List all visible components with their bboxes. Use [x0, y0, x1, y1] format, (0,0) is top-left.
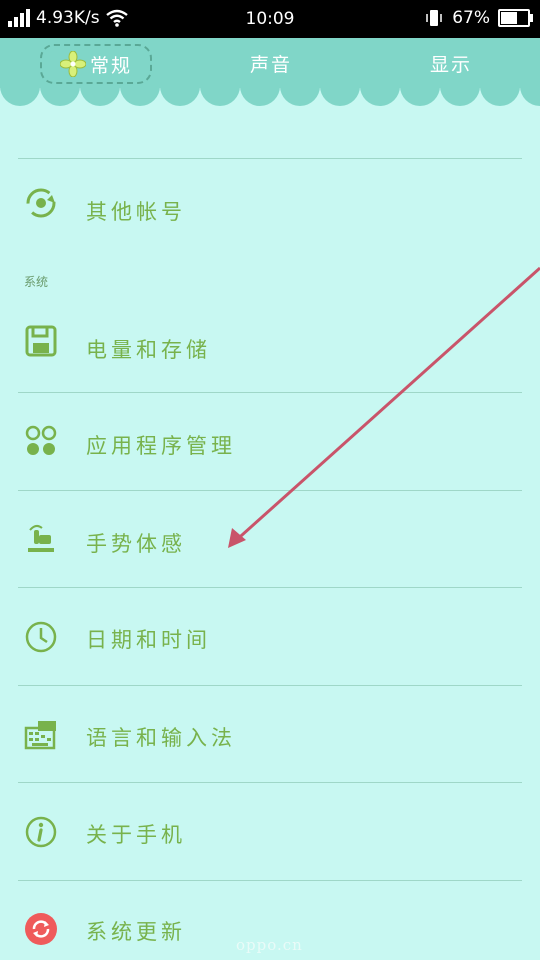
apps-grid-icon: [25, 425, 57, 455]
tab-bar: 常规 声音 显示: [0, 38, 540, 88]
clock-icon: [25, 621, 57, 653]
annotation-arrow: [228, 266, 540, 548]
update-icon: [25, 913, 57, 945]
battery-icon: [498, 9, 533, 27]
vibrate-icon: [426, 10, 442, 26]
divider: [18, 685, 522, 686]
sync-icon: [26, 188, 56, 218]
tab-general[interactable]: 常规: [40, 44, 152, 84]
info-icon: [25, 816, 57, 848]
scalloped-edge: [0, 86, 540, 106]
tab-sound[interactable]: 声音: [250, 50, 292, 77]
divider: [18, 392, 522, 393]
keyboard-icon: [24, 721, 56, 750]
clover-icon: [59, 51, 86, 77]
list-item-label: 日期和时间: [86, 628, 211, 652]
section-header-system: 系统: [24, 275, 49, 289]
list-item-label: 系统更新: [86, 920, 186, 944]
watermark: oppo.cn: [236, 936, 303, 954]
gesture-hand-icon: [28, 524, 54, 552]
tab-display[interactable]: 显示: [430, 50, 472, 77]
divider: [18, 880, 522, 881]
divider: [18, 158, 522, 159]
list-item-label: 其他帐号: [86, 200, 186, 224]
list-item-label: 手势体感: [86, 532, 186, 556]
floppy-disk-icon: [25, 325, 57, 357]
battery-percent: 67%: [452, 8, 490, 28]
divider: [18, 587, 522, 588]
tab-general-label: 常规: [89, 54, 132, 77]
list-item-label: 关于手机: [86, 823, 186, 847]
divider: [18, 782, 522, 783]
list-item-label: 电量和存储: [86, 338, 211, 362]
list-item-label: 语言和输入法: [86, 726, 236, 750]
list-item-label: 应用程序管理: [86, 434, 236, 458]
tab-display-label: 显示: [430, 54, 473, 76]
tab-sound-label: 声音: [250, 54, 293, 76]
status-bar: 4.93K/s 10:09 67%: [0, 0, 540, 38]
divider: [18, 490, 522, 491]
